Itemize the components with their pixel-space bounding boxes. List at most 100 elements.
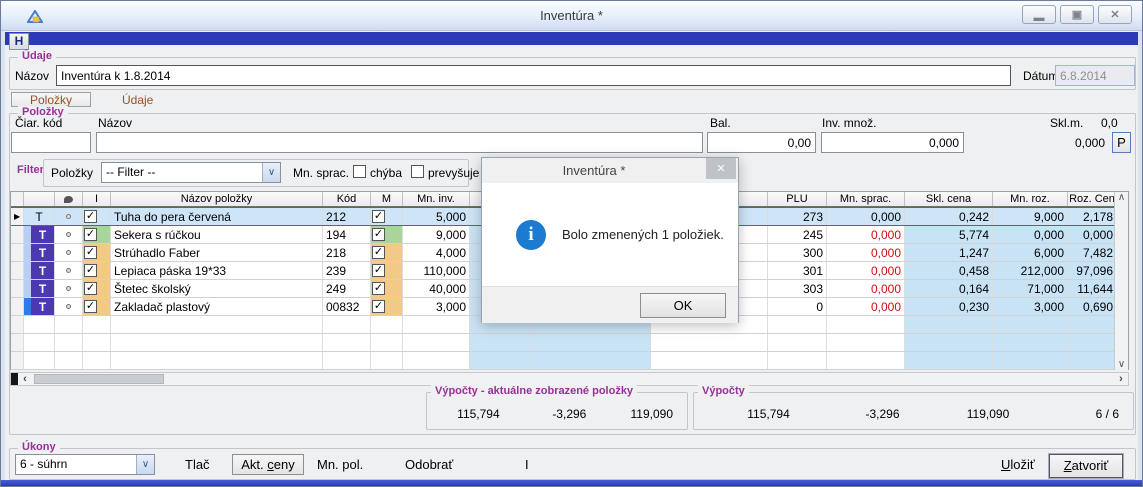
nazov-cell[interactable]: Strúhadlo Faber [111,244,323,261]
i-checkbox[interactable]: ✓ [84,228,97,241]
scroll-up-icon[interactable]: ∧ [1118,192,1125,203]
t-cell[interactable]: T [24,208,55,225]
m-checkbox[interactable]: ✓ [372,210,385,223]
kod-cell[interactable]: 194 [323,226,371,243]
m-checkbox[interactable]: ✓ [372,228,385,241]
header-kod[interactable]: Kód [323,192,371,206]
polozky-nazov-input[interactable] [96,132,703,153]
plu-cell[interactable]: 0 [768,298,827,315]
row-selector[interactable] [11,280,24,297]
plu-cell[interactable]: 245 [768,226,827,243]
nazov-cell[interactable]: Zakladač plastový [111,298,323,315]
i-action-button[interactable]: I [525,457,529,472]
t-cell[interactable]: T [24,244,55,261]
vertical-scrollbar[interactable]: ∧ ∨ [1114,192,1128,370]
i-checkbox[interactable]: ✓ [84,282,97,295]
roz-cen-cell[interactable]: 0,690 [1068,298,1116,315]
m-checkbox[interactable]: ✓ [372,246,385,259]
mn-inv-cell[interactable]: 9,000 [403,226,470,243]
dialog-title-bar[interactable]: Inventúra * ✕ [482,158,738,183]
mn-roz-cell[interactable]: 212,000 [993,262,1068,279]
kod-cell[interactable]: 249 [323,280,371,297]
i-cell[interactable]: ✓ [83,298,111,315]
m-checkbox[interactable]: ✓ [372,300,385,313]
skl-cena-cell[interactable]: 1,247 [905,244,993,261]
hscroll-thumb[interactable] [34,374,164,384]
mn-roz-cell[interactable]: 6,000 [993,244,1068,261]
scroll-left-icon[interactable]: ‹ [18,373,32,385]
mn-inv-cell[interactable]: 3,000 [403,298,470,315]
mn-inv-cell[interactable]: 40,000 [403,280,470,297]
nazov-cell[interactable]: Štetec školský [111,280,323,297]
m-checkbox[interactable]: ✓ [372,264,385,277]
m-cell[interactable]: ✓ [371,262,403,279]
m-cell[interactable]: ✓ [371,208,403,225]
roz-cen-cell[interactable]: 0,000 [1068,226,1116,243]
maximize-button[interactable]: ▣ [1060,5,1094,24]
zatvorit-button[interactable]: Zatvoriť [1049,454,1123,478]
t-cell[interactable]: T [24,298,55,315]
header-mn-sprac[interactable]: Mn. sprac. [827,192,905,206]
header-note[interactable] [55,192,83,206]
m-cell[interactable]: ✓ [371,298,403,315]
plu-cell[interactable]: 273 [768,208,827,225]
prevysuje-checkbox[interactable] [411,165,424,178]
header-mn-inv[interactable]: Mn. inv. [403,192,470,206]
note-cell[interactable] [55,262,83,279]
nazov-cell[interactable]: Tuha do pera červená [111,208,323,225]
nazov-cell[interactable]: Sekera s rúčkou [111,226,323,243]
roz-cen-cell[interactable]: 97,096 [1068,262,1116,279]
m-cell[interactable]: ✓ [371,244,403,261]
kod-cell[interactable]: 00832 [323,298,371,315]
mn-sprac-cell[interactable]: 0,000 [827,208,905,225]
kod-cell[interactable]: 239 [323,262,371,279]
bal-input[interactable] [707,132,816,153]
skl-cena-cell[interactable]: 0,164 [905,280,993,297]
row-selector[interactable] [11,244,24,261]
header-t[interactable] [24,192,55,206]
mn-pol-button[interactable]: Mn. pol. [317,457,363,472]
kod-cell[interactable]: 212 [323,208,371,225]
roz-cen-cell[interactable]: 2,178 [1068,208,1116,225]
t-cell[interactable]: T [24,226,55,243]
row-selector[interactable] [11,298,24,315]
akt-ceny-button[interactable]: Akt. ceny [232,454,304,475]
mn-sprac-cell[interactable]: 0,000 [827,244,905,261]
chevron-down-icon[interactable]: ∨ [136,455,154,474]
row-selector[interactable] [11,262,24,279]
note-cell[interactable] [55,226,83,243]
mn-sprac-cell[interactable]: 0,000 [827,226,905,243]
mn-roz-cell[interactable]: 9,000 [993,208,1068,225]
plu-cell[interactable]: 301 [768,262,827,279]
header-plu[interactable]: PLU [768,192,827,206]
mn-inv-cell[interactable]: 110,000 [403,262,470,279]
roz-cen-cell[interactable]: 7,482 [1068,244,1116,261]
mn-sprac-cell[interactable]: 0,000 [827,298,905,315]
chyba-checkbox[interactable] [353,165,366,178]
minimize-button[interactable]: ▬ [1022,5,1056,24]
i-cell[interactable]: ✓ [83,262,111,279]
inv-mnoz-input[interactable] [821,132,964,153]
horizontal-scrollbar[interactable]: ‹ › [10,372,1129,386]
m-checkbox[interactable]: ✓ [372,282,385,295]
header-i[interactable]: I [83,192,111,206]
header-roz-cen[interactable]: Roz. Cen [1068,192,1116,206]
header-nazov[interactable]: Názov položky [111,192,323,206]
t-cell[interactable]: T [24,280,55,297]
h-button[interactable]: H [9,33,29,50]
m-cell[interactable]: ✓ [371,226,403,243]
mn-inv-cell[interactable]: 5,000 [403,208,470,225]
ok-button[interactable]: OK [640,293,726,318]
title-bar[interactable]: Inventúra * ▬ ▣ ✕ [1,1,1142,31]
scroll-down-icon[interactable]: ∨ [1118,359,1125,370]
ukony-dropdown[interactable]: 6 - súhrn ∨ [15,454,155,475]
close-button[interactable]: ✕ [1098,5,1132,24]
filter-dropdown[interactable]: -- Filter -- ∨ [101,162,281,183]
tlac-button[interactable]: Tlač [185,457,210,472]
nazov-input[interactable] [56,65,1011,86]
note-cell[interactable] [55,298,83,315]
mn-inv-cell[interactable]: 4,000 [403,244,470,261]
i-cell[interactable]: ✓ [83,208,111,225]
i-cell[interactable]: ✓ [83,244,111,261]
i-cell[interactable]: ✓ [83,280,111,297]
